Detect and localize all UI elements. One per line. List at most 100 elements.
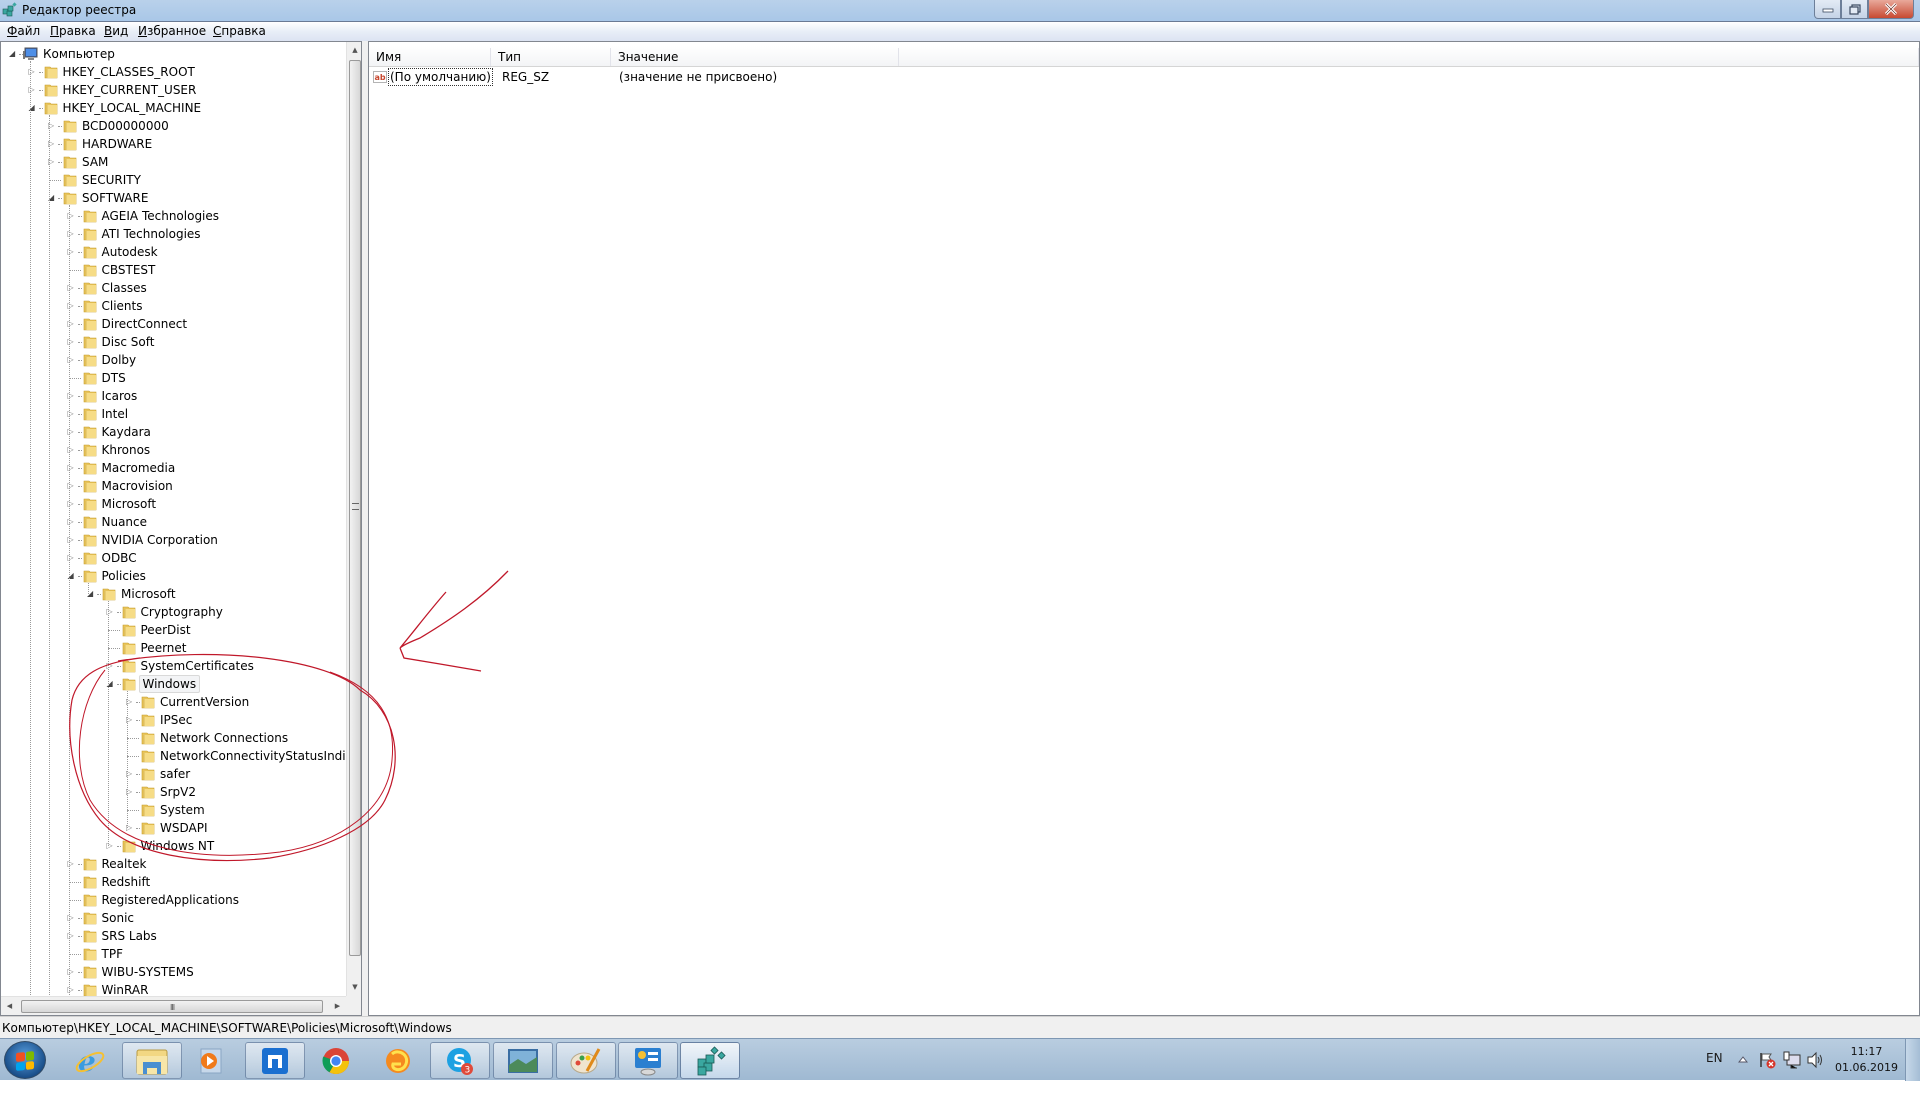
- tree-item[interactable]: ▷ ATI Technologies: [1, 225, 346, 243]
- column-header-type[interactable]: Тип: [491, 46, 611, 67]
- tree-item[interactable]: ▷ NVIDIA Corporation: [1, 531, 346, 549]
- close-button[interactable]: [1868, 0, 1914, 19]
- value-row[interactable]: ab (По умолчанию) REG_SZ (значение не пр…: [373, 68, 1133, 86]
- tree-item[interactable]: ▷ SrpV2: [1, 783, 346, 801]
- taskbar-control-panel[interactable]: [618, 1042, 678, 1079]
- taskbar-internet-explorer[interactable]: e: [60, 1042, 120, 1079]
- tree-item[interactable]: ▷ safer: [1, 765, 346, 783]
- tree-item[interactable]: System: [1, 801, 346, 819]
- tree-item[interactable]: ◢ Windows: [1, 675, 346, 693]
- tree-item[interactable]: ▷ Realtek: [1, 855, 346, 873]
- tree-item[interactable]: ▷ HKEY_CURRENT_USER: [1, 81, 346, 99]
- tree-item[interactable]: ▷ Autodesk: [1, 243, 346, 261]
- tree-item[interactable]: Peernet: [1, 639, 346, 657]
- tree-item[interactable]: ▷ Intel: [1, 405, 346, 423]
- scroll-up-arrow-icon[interactable]: ▲: [347, 42, 361, 59]
- menu-help[interactable]: Справка: [213, 24, 266, 38]
- hscroll-thumb[interactable]: III: [21, 1000, 323, 1013]
- tree-item[interactable]: ▷ Nuance: [1, 513, 346, 531]
- tree-item[interactable]: ▷ Macromedia: [1, 459, 346, 477]
- tree-item[interactable]: ▷ HKEY_CLASSES_ROOT: [1, 63, 346, 81]
- tree-item[interactable]: ▷ Disc Soft: [1, 333, 346, 351]
- folder-icon: [83, 354, 96, 367]
- taskbar-paint[interactable]: [556, 1042, 616, 1079]
- action-center-flag-icon[interactable]: [1758, 1051, 1776, 1093]
- tree-item[interactable]: ◢ SOFTWARE: [1, 189, 346, 207]
- collapse-arrow-icon[interactable]: ◢: [9, 49, 18, 58]
- scroll-thumb[interactable]: [349, 60, 361, 956]
- clock[interactable]: 11:17 01.06.2019: [1835, 1044, 1898, 1076]
- tree-item[interactable]: ◢ HKEY_LOCAL_MACHINE: [1, 99, 346, 117]
- minimize-button[interactable]: [1814, 0, 1841, 19]
- tree-item[interactable]: ▷ SRS Labs: [1, 927, 346, 945]
- tree-item[interactable]: RegisteredApplications: [1, 891, 346, 909]
- volume-icon[interactable]: [1806, 1051, 1824, 1093]
- registry-tree[interactable]: ◢ Компьютер ▷ HKEY_CLASSES_ROOT ▷ HKEY_CURREN…: [0, 41, 362, 1016]
- tree-item[interactable]: CBSTEST: [1, 261, 346, 279]
- tree-item[interactable]: ▷ Clients: [1, 297, 346, 315]
- value-name[interactable]: (По умолчанию): [388, 68, 493, 86]
- language-indicator[interactable]: EN: [1706, 1051, 1723, 1093]
- window-title: Редактор реестра: [22, 3, 137, 17]
- taskbar-maxthon[interactable]: [245, 1042, 305, 1079]
- show-hidden-icons-icon[interactable]: [1738, 1055, 1748, 1097]
- tree-horizontal-scrollbar[interactable]: ◀ III ▶: [1, 996, 346, 1015]
- tree-item[interactable]: ▷ Sonic: [1, 909, 346, 927]
- tree-item[interactable]: Redshift: [1, 873, 346, 891]
- tree-item[interactable]: ▷ WSDAPI: [1, 819, 346, 837]
- tree-item[interactable]: ▷ Icaros: [1, 387, 346, 405]
- column-header-name[interactable]: Имя: [369, 46, 491, 67]
- tree-item[interactable]: ▷ AGEIA Technologies: [1, 207, 346, 225]
- tree-item[interactable]: ▷ Macrovision: [1, 477, 346, 495]
- menu-view[interactable]: Вид: [104, 24, 128, 38]
- tree-item[interactable]: ▷ Classes: [1, 279, 346, 297]
- tree-item[interactable]: DTS: [1, 369, 346, 387]
- tree-item[interactable]: ▷ BCD00000000: [1, 117, 346, 135]
- show-desktop-button[interactable]: [1905, 1039, 1920, 1081]
- taskbar-chrome[interactable]: [306, 1042, 366, 1079]
- tree-item[interactable]: ▷ Windows NT: [1, 837, 346, 855]
- taskbar-browser[interactable]: [368, 1042, 428, 1079]
- tree-item[interactable]: ▷ Cryptography: [1, 603, 346, 621]
- taskbar-photo-viewer[interactable]: [493, 1042, 553, 1079]
- taskbar-windows-explorer[interactable]: [122, 1042, 182, 1079]
- values-list[interactable]: Имя Тип Значение ab (По умолчанию) REG_S…: [368, 41, 1920, 1016]
- tree-vertical-scrollbar[interactable]: ▲ ▼: [346, 42, 361, 996]
- tree-item[interactable]: ▷ DirectConnect: [1, 315, 346, 333]
- tree-item[interactable]: ▷ Dolby: [1, 351, 346, 369]
- tree-item[interactable]: ▷ SystemCertificates: [1, 657, 346, 675]
- menu-file[interactable]: Файл: [7, 24, 40, 38]
- scroll-right-arrow-icon[interactable]: ▶: [329, 997, 346, 1015]
- tree-item[interactable]: ▷ WIBU-SYSTEMS: [1, 963, 346, 981]
- scroll-down-arrow-icon[interactable]: ▼: [347, 979, 361, 996]
- restore-button[interactable]: [1841, 0, 1868, 19]
- menu-favorites[interactable]: Избранное: [138, 24, 206, 38]
- taskbar-skype[interactable]: S3: [430, 1042, 490, 1079]
- tree-item[interactable]: TPF: [1, 945, 346, 963]
- tree-item[interactable]: ▷ HARDWARE: [1, 135, 346, 153]
- tree-item-label: Classes: [101, 281, 147, 295]
- tree-item[interactable]: ▷ Kaydara: [1, 423, 346, 441]
- tree-item[interactable]: ◢ Policies: [1, 567, 346, 585]
- network-icon[interactable]: [1782, 1051, 1802, 1093]
- folder-icon: [83, 318, 96, 331]
- menu-edit[interactable]: Правка: [50, 24, 96, 38]
- tree-item[interactable]: ▷ CurrentVersion: [1, 693, 346, 711]
- tree-item[interactable]: ▷ SAM: [1, 153, 346, 171]
- taskbar-registry-editor[interactable]: [680, 1042, 740, 1079]
- tree-item[interactable]: ▷ Microsoft: [1, 495, 346, 513]
- taskbar-media-player[interactable]: [180, 1042, 240, 1079]
- tree-item[interactable]: PeerDist: [1, 621, 346, 639]
- scroll-left-arrow-icon[interactable]: ◀: [1, 997, 18, 1015]
- tree-item[interactable]: SECURITY: [1, 171, 346, 189]
- tree-item[interactable]: NetworkConnectivityStatusIndicato: [1, 747, 361, 765]
- tree-item[interactable]: ▷ Khronos: [1, 441, 346, 459]
- tree-item-label: IPSec: [160, 713, 193, 727]
- start-button[interactable]: [4, 1041, 46, 1079]
- tree-item[interactable]: ▷ ODBC: [1, 549, 346, 567]
- tree-item[interactable]: ▷ IPSec: [1, 711, 346, 729]
- tree-item[interactable]: Network Connections: [1, 729, 346, 747]
- tree-item[interactable]: ◢ Компьютер: [1, 45, 346, 63]
- tree-item[interactable]: ◢ Microsoft: [1, 585, 346, 603]
- column-header-value[interactable]: Значение: [611, 46, 899, 67]
